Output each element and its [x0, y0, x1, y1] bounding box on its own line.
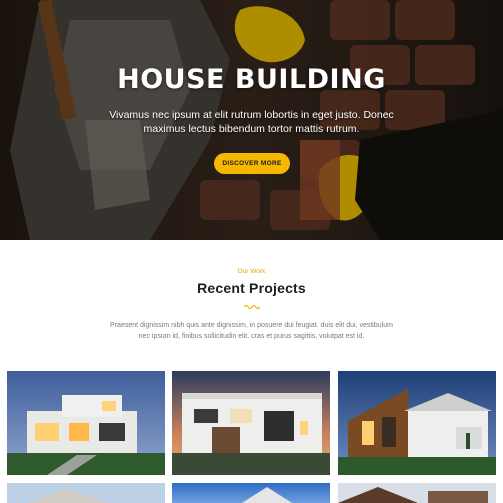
project-card[interactable]: [172, 483, 330, 503]
discover-more-button[interactable]: DISCOVER MORE: [214, 153, 290, 174]
project-card[interactable]: [7, 371, 165, 475]
section-eyebrow: Our Work: [237, 268, 266, 275]
section-title: Recent Projects: [197, 280, 306, 296]
project-card[interactable]: [7, 483, 165, 503]
project-image: [338, 371, 496, 475]
project-image: [7, 371, 165, 475]
hero-content: HOUSE BUILDING Vivamus nec ipsum at elit…: [0, 0, 503, 240]
recent-projects-section: Our Work Recent Projects Praesent dignis…: [0, 240, 503, 503]
project-image: [172, 371, 330, 475]
hero-subtitle: Vivamus nec ipsum at elit rutrum loborti…: [109, 109, 394, 135]
project-card[interactable]: [172, 371, 330, 475]
project-image: [172, 483, 330, 503]
squiggle-divider-icon: [244, 304, 260, 309]
project-image: [7, 483, 165, 503]
hero-banner: HOUSE BUILDING Vivamus nec ipsum at elit…: [0, 0, 503, 240]
project-card[interactable]: [338, 483, 496, 503]
hero-title: HOUSE BUILDING: [117, 64, 386, 95]
section-description: Praesent dignissim nibh quis ante dignis…: [110, 322, 393, 340]
project-image: [338, 483, 496, 503]
project-card[interactable]: [338, 371, 496, 475]
